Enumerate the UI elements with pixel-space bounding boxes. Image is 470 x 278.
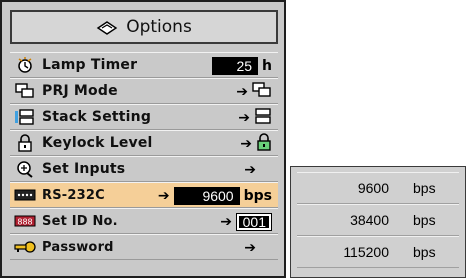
menu-item-label: Lamp Timer xyxy=(42,57,138,73)
baud-option-value: 9600 xyxy=(357,180,389,196)
arrow-right-icon: ➔ xyxy=(244,162,256,178)
menu-item-label: RS-232C xyxy=(42,187,105,203)
rs232c-icon xyxy=(14,186,36,204)
menu-item-password[interactable]: Password ➔ xyxy=(10,234,278,260)
baud-option-unit: bps xyxy=(413,212,436,228)
menu-title-bar: Options xyxy=(10,10,278,44)
baud-option-value: 38400 xyxy=(350,212,389,228)
lamp-timer-value: 25 h xyxy=(212,56,272,76)
stack-setting-icon xyxy=(14,108,36,126)
menu-item-rs232c[interactable]: RS-232C ➔ 9600 bps xyxy=(10,182,278,208)
options-menu-panel: Options Lamp Timer 25 h PRJ Mode ➔ Stack… xyxy=(0,0,286,278)
prj-mode-icon xyxy=(14,82,36,100)
arrow-right-icon: ➔ xyxy=(236,84,248,100)
baud-option-value: 115200 xyxy=(343,244,389,260)
baud-rate-options: 9600 bps 38400 bps 115200 bps xyxy=(290,166,466,278)
options-icon xyxy=(96,19,118,35)
baud-option[interactable]: 9600 bps xyxy=(297,172,459,204)
baud-option[interactable]: 115200 bps xyxy=(297,236,459,268)
menu-item-label: Set Inputs xyxy=(42,161,126,177)
menu-item-label: Keylock Level xyxy=(42,135,153,151)
set-id-icon: 888 xyxy=(14,212,36,230)
menu-item-stack-setting[interactable]: Stack Setting ➔ xyxy=(10,104,278,130)
baud-option[interactable]: 38400 bps xyxy=(297,204,459,236)
baud-option-unit: bps xyxy=(413,244,436,260)
page-title: Options xyxy=(126,17,192,37)
password-key-icon xyxy=(14,238,36,256)
baud-option-unit: bps xyxy=(413,180,436,196)
menu-item-label: Set ID No. xyxy=(42,213,118,229)
arrow-right-icon: ➔ xyxy=(240,136,252,152)
menu-item-keylock-level[interactable]: Keylock Level ➔ xyxy=(10,130,278,156)
options-list: Lamp Timer 25 h PRJ Mode ➔ Stack Setting… xyxy=(10,52,278,260)
stack-setting-icon xyxy=(254,108,272,128)
menu-item-lamp-timer[interactable]: Lamp Timer 25 h xyxy=(10,52,278,78)
menu-item-prj-mode[interactable]: PRJ Mode ➔ xyxy=(10,78,278,104)
arrow-right-icon: ➔ xyxy=(157,188,170,204)
arrow-right-icon: ➔ xyxy=(244,240,256,256)
menu-item-label: Password xyxy=(42,239,114,255)
menu-item-label: Stack Setting xyxy=(42,109,152,125)
menu-item-set-inputs[interactable]: Set Inputs ➔ xyxy=(10,156,278,182)
set-id-value: ➔ 001 xyxy=(220,212,272,232)
lamp-hours-unit: h xyxy=(262,58,272,74)
keylock-value: ➔ xyxy=(240,133,272,155)
keylock-icon xyxy=(14,134,36,152)
password-value: ➔ xyxy=(244,238,272,258)
menu-item-label: PRJ Mode xyxy=(42,83,118,99)
baud-rate-unit: bps xyxy=(243,188,272,204)
keylock-icon xyxy=(256,133,272,155)
lamp-timer-icon xyxy=(14,56,36,74)
rs232c-value: ➔ 9600 bps xyxy=(158,186,272,206)
svg-text:888: 888 xyxy=(17,218,32,227)
set-inputs-icon xyxy=(14,160,36,178)
lamp-hours-box: 25 xyxy=(212,57,259,75)
id-number-box[interactable]: 001 xyxy=(236,213,272,231)
set-inputs-value: ➔ xyxy=(244,160,272,180)
arrow-right-icon: ➔ xyxy=(238,110,250,126)
baud-rate-box[interactable]: 9600 xyxy=(173,187,240,205)
stack-setting-value: ➔ xyxy=(238,108,272,128)
arrow-right-icon: ➔ xyxy=(220,214,232,230)
menu-item-set-id[interactable]: 888 Set ID No. ➔ 001 xyxy=(10,208,278,234)
prj-mode-value: ➔ xyxy=(236,82,272,102)
prj-mode-icon xyxy=(252,82,272,102)
